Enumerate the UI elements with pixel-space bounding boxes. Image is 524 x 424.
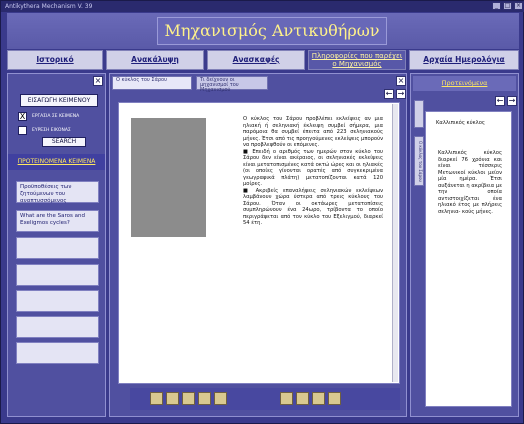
suggested-item[interactable]: What are the Saros and Exeligmos cycles? bbox=[16, 210, 99, 232]
tool-icon[interactable] bbox=[280, 392, 293, 405]
left-sidebar: × ΕΙΣΑΓΩΓΗ ΚΕΙΜΕΝΟΥ X ΕΡΓΑΣΙΑ ΣΕ ΚΕΙΜΕΝΑ… bbox=[7, 73, 106, 417]
right-panel-heading: Προτεινόμενα bbox=[413, 76, 516, 91]
app-window: Antikythera Mechanism V. 39 _ □ × Μηχανι… bbox=[0, 0, 524, 424]
right-panel-title: Καλλιπικός κύκλος bbox=[436, 120, 485, 126]
paragraph: Ο κύκλος του Σάρου προβλέπει εκλείψεις α… bbox=[243, 116, 384, 148]
document-text: Ο κύκλος του Σάρου προβλέπει εκλείψεις α… bbox=[243, 116, 383, 227]
nav-tab-ancient-calendars[interactable]: Αρχαία Ημερολόγια bbox=[409, 50, 519, 70]
suggested-item[interactable] bbox=[16, 290, 99, 312]
tool-icon[interactable] bbox=[182, 392, 195, 405]
insert-text-button[interactable]: ΕΙΣΑΓΩΓΗ ΚΕΙΜΕΝΟΥ bbox=[20, 94, 98, 107]
nav-tab-excavations[interactable]: Ανασκαφές bbox=[207, 50, 305, 70]
suggested-item[interactable] bbox=[16, 342, 99, 364]
back-arrow-icon[interactable]: ← bbox=[495, 96, 505, 106]
banner: Μηχανισμός Αντικυθήρων bbox=[7, 13, 519, 49]
paragraph: ■ Επειδή ο αριθμός των ημερών στον κύκλο… bbox=[243, 148, 383, 188]
nav-tab-mechanism-info[interactable]: Πληροφορίες που παρέχει ο Μηχανισμός bbox=[308, 50, 406, 70]
maximize-button[interactable]: □ bbox=[503, 2, 512, 10]
document-image bbox=[131, 118, 206, 237]
document-tabs: Ο κύκλος του Σάρου Τι δείχνουν οι μηχανι… bbox=[110, 74, 408, 93]
tool-icon[interactable] bbox=[214, 392, 227, 405]
paragraph: ■ Ακριβείς επαναλήψεις σεληνιακών εκλείψ… bbox=[243, 187, 383, 227]
back-arrow-icon[interactable]: ← bbox=[384, 89, 394, 99]
right-panel: Προτεινόμενα ← → Ο κύκλος του Σάρου Καλλ… bbox=[410, 73, 519, 417]
document-toolbar bbox=[130, 388, 400, 410]
image-checkbox-label: ΕΥΡΕΣΗ ΕΙΚΟΝΑΣ bbox=[32, 128, 71, 133]
forward-arrow-icon[interactable]: → bbox=[396, 89, 406, 99]
document-panel: Ο κύκλος του Σάρου Τι δείχνουν οι μηχανι… bbox=[109, 73, 407, 417]
window-controls: _ □ × bbox=[492, 2, 523, 10]
title-bar: Antikythera Mechanism V. 39 _ □ × bbox=[1, 1, 524, 12]
app-title: Μηχανισμός Αντικυθήρων bbox=[157, 17, 387, 45]
document-content: Ο κύκλος του Σάρου προβλέπει εκλείψεις α… bbox=[118, 102, 400, 384]
suggested-item[interactable] bbox=[16, 264, 99, 286]
tab-saros-cycle[interactable]: Ο κύκλος του Σάρου bbox=[112, 76, 192, 90]
suggested-item[interactable] bbox=[16, 316, 99, 338]
suggested-item[interactable] bbox=[16, 237, 99, 259]
texts-checkbox[interactable]: X bbox=[18, 112, 27, 121]
document-scrollbar[interactable] bbox=[392, 104, 398, 382]
right-panel-document: Καλλιπικός κύκλος Καλλιπικός κύκλος διαρ… bbox=[425, 111, 512, 407]
window-title: Antikythera Mechanism V. 39 bbox=[5, 3, 93, 10]
vertical-tab[interactable] bbox=[414, 100, 424, 128]
suggested-texts-heading: ΠΡΟΤΕΙΝΟΜΕΝΑ ΚΕΙΜΕΝΑ bbox=[8, 154, 105, 170]
right-panel-controls: ← → bbox=[495, 96, 517, 106]
tool-icon[interactable] bbox=[198, 392, 211, 405]
nav-tab-discovery[interactable]: Ανακάλυψη bbox=[106, 50, 204, 70]
tool-icon[interactable] bbox=[296, 392, 309, 405]
main-nav: Ιστορικό Ανακάλυψη Ανασκαφές Πληροφορίες… bbox=[7, 50, 519, 70]
tool-icon[interactable] bbox=[150, 392, 163, 405]
right-panel-text: Καλλιπικός κύκλος διαρκεί 76 χρόνια και … bbox=[438, 150, 502, 215]
tab-mechanism-shows[interactable]: Τι δείχνουν οι μηχανισμοί του Μηχανισμού bbox=[196, 76, 268, 93]
close-window-button[interactable]: × bbox=[514, 2, 523, 10]
close-icon[interactable]: × bbox=[93, 76, 103, 86]
tool-icon[interactable] bbox=[166, 392, 179, 405]
document-controls: ← → bbox=[384, 89, 406, 99]
search-button[interactable]: SEARCH bbox=[42, 137, 86, 147]
vertical-tab-saros[interactable]: Ο κύκλος του Σάρου bbox=[414, 136, 424, 186]
suggested-item[interactable]: Προϋποθέσεις των ζητούμενων του αναπτυσσ… bbox=[16, 181, 99, 204]
forward-arrow-icon[interactable]: → bbox=[507, 96, 517, 106]
close-document-icon[interactable]: × bbox=[396, 76, 406, 86]
tool-icon[interactable] bbox=[312, 392, 325, 405]
image-checkbox[interactable] bbox=[18, 126, 27, 135]
tool-icon[interactable] bbox=[328, 392, 341, 405]
minimize-button[interactable]: _ bbox=[492, 2, 501, 10]
texts-checkbox-label: ΕΡΓΑΣΙΑ ΣΕ ΚΕΙΜΕΝΑ bbox=[32, 114, 80, 119]
nav-tab-history[interactable]: Ιστορικό bbox=[7, 50, 103, 70]
